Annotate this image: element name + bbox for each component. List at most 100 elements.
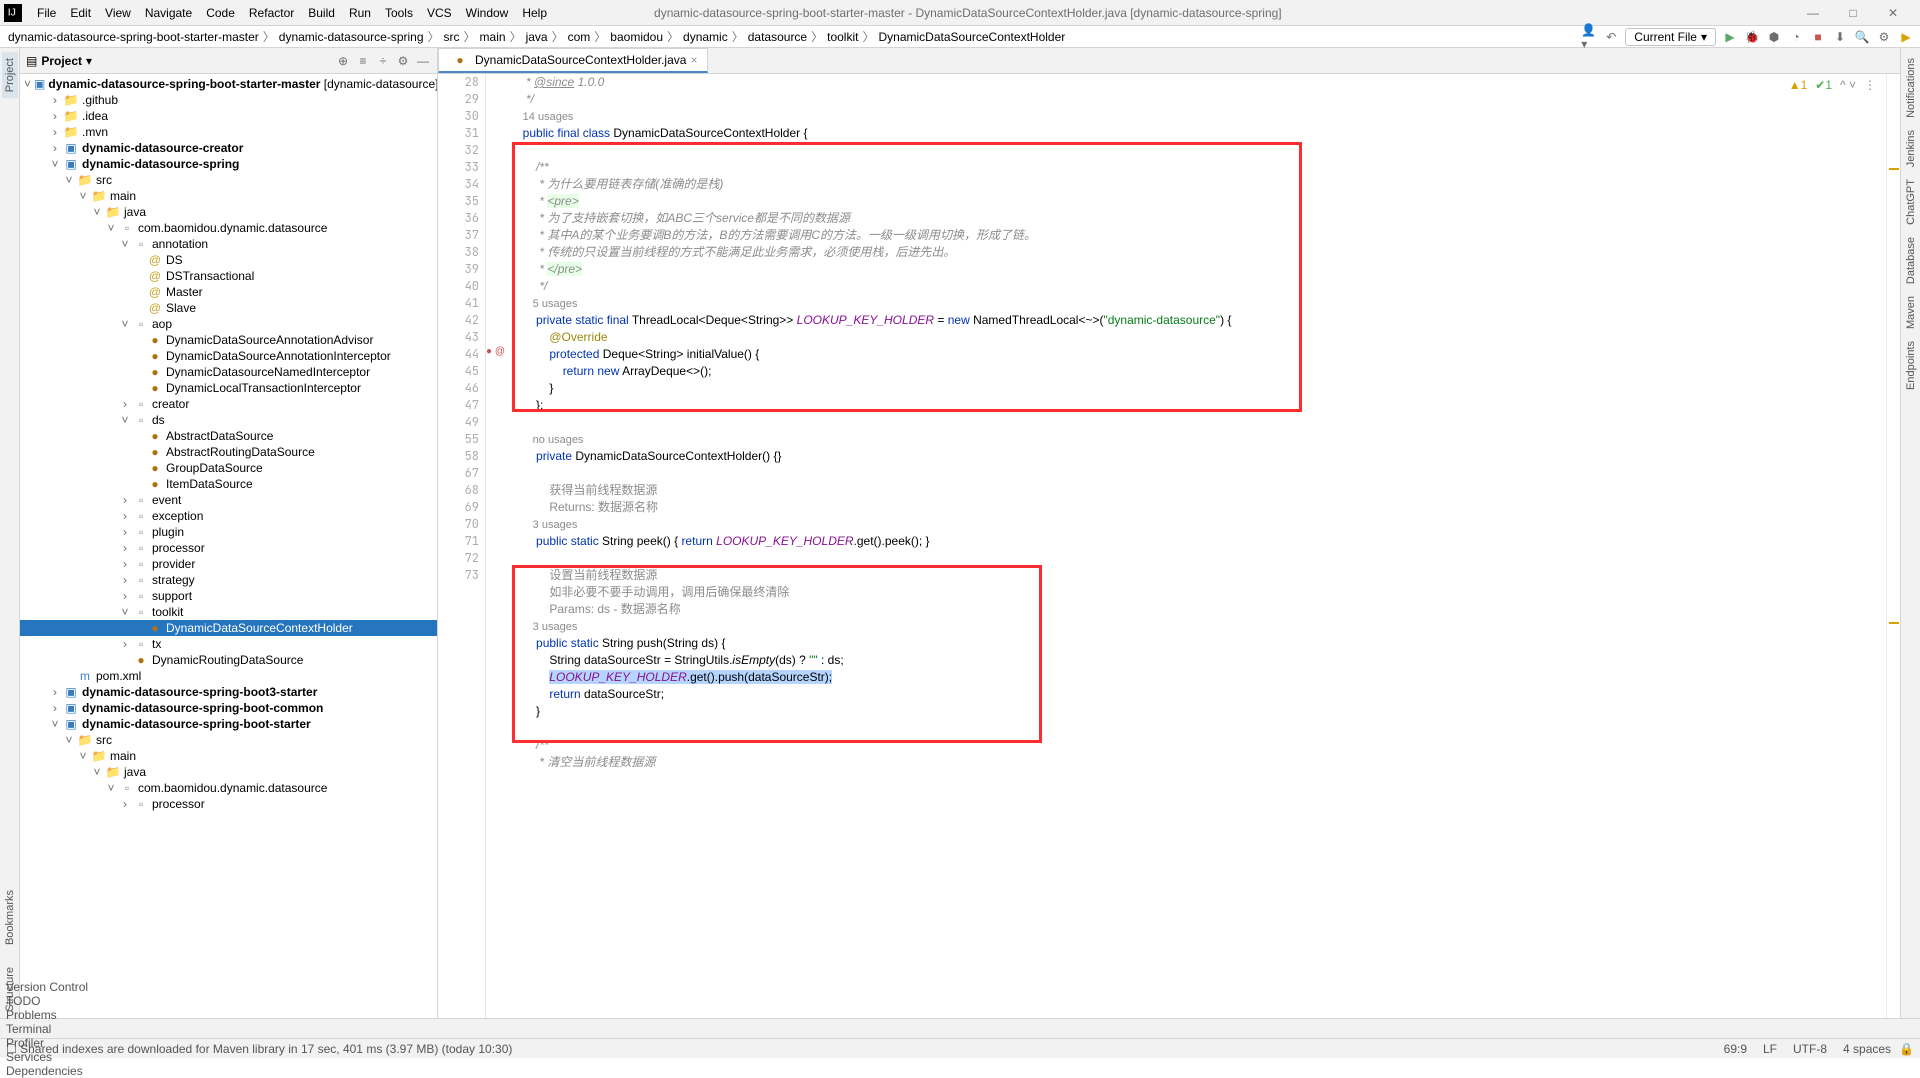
tree-item[interactable]: ˅📁java bbox=[20, 204, 437, 220]
tree-item[interactable]: ›▫exception bbox=[20, 508, 437, 524]
tree-item[interactable]: ●DynamicDataSourceContextHolder bbox=[20, 620, 437, 636]
breadcrumb-item[interactable]: baomidou bbox=[608, 30, 665, 44]
right-tab-database[interactable]: Database bbox=[1903, 231, 1919, 290]
bookmarks-tool-tab[interactable]: Bookmarks bbox=[2, 884, 18, 951]
breadcrumb-item[interactable]: main bbox=[478, 30, 508, 44]
tree-item[interactable]: ˅📁src bbox=[20, 732, 437, 748]
menu-refactor[interactable]: Refactor bbox=[242, 4, 301, 22]
breadcrumb-item[interactable]: DynamicDataSourceContextHolder bbox=[877, 30, 1068, 44]
tree-item[interactable]: ˅📁main bbox=[20, 748, 437, 764]
line-gutter[interactable]: 28 29 30 31 32 33 34 35 36 37 38 39 40 4… bbox=[438, 74, 486, 1018]
bottom-tab-terminal[interactable]: Terminal bbox=[6, 1022, 88, 1036]
tree-item[interactable]: ˅▫com.baomidou.dynamic.datasource bbox=[20, 780, 437, 796]
tree-item[interactable]: @DS bbox=[20, 252, 437, 268]
breadcrumb-item[interactable]: java bbox=[524, 30, 550, 44]
expand-icon[interactable]: ≡ bbox=[355, 53, 371, 69]
breadcrumb-item[interactable]: dynamic-datasource-spring-boot-starter-m… bbox=[6, 30, 261, 44]
status-icon[interactable]: ☐ bbox=[6, 1042, 17, 1056]
search-icon[interactable]: 🔍 bbox=[1854, 29, 1870, 45]
bottom-tab-todo[interactable]: TODO bbox=[6, 994, 88, 1008]
tree-item[interactable]: ›📁.github bbox=[20, 92, 437, 108]
menu-edit[interactable]: Edit bbox=[63, 4, 98, 22]
status-indicator[interactable]: LF bbox=[1763, 1042, 1777, 1056]
breadcrumb-item[interactable]: com bbox=[566, 30, 593, 44]
menu-view[interactable]: View bbox=[98, 4, 138, 22]
collapse-icon[interactable]: ÷ bbox=[375, 53, 391, 69]
menu-window[interactable]: Window bbox=[459, 4, 516, 22]
stop-icon[interactable]: ■ bbox=[1810, 29, 1826, 45]
menu-help[interactable]: Help bbox=[515, 4, 554, 22]
tree-item[interactable]: ●GroupDataSource bbox=[20, 460, 437, 476]
tree-item[interactable]: ˅📁main bbox=[20, 188, 437, 204]
lock-icon[interactable]: 🔒 bbox=[1899, 1042, 1914, 1056]
tree-item[interactable]: ●AbstractDataSource bbox=[20, 428, 437, 444]
tree-item[interactable]: ˅▫com.baomidou.dynamic.datasource bbox=[20, 220, 437, 236]
editor-tab[interactable]: ● DynamicDataSourceContextHolder.java × bbox=[438, 48, 708, 73]
menu-build[interactable]: Build bbox=[301, 4, 342, 22]
breadcrumb-item[interactable]: datasource bbox=[746, 30, 809, 44]
back-icon[interactable]: ↶ bbox=[1603, 29, 1619, 45]
minimize-button[interactable]: — bbox=[1798, 3, 1828, 23]
tree-item[interactable]: @Master bbox=[20, 284, 437, 300]
breadcrumb-item[interactable]: dynamic-datasource-spring bbox=[277, 30, 426, 44]
users-icon[interactable]: 👤▾ bbox=[1581, 29, 1597, 45]
tree-item[interactable]: ˅▣dynamic-datasource-spring bbox=[20, 156, 437, 172]
tree-item[interactable]: ●DynamicDatasourceNamedInterceptor bbox=[20, 364, 437, 380]
run-config-selector[interactable]: Current File▾ bbox=[1625, 28, 1716, 46]
profile-icon[interactable]: ◔ bbox=[1788, 29, 1804, 45]
menu-file[interactable]: File bbox=[30, 4, 63, 22]
code-editor[interactable]: 28 29 30 31 32 33 34 35 36 37 38 39 40 4… bbox=[438, 74, 1900, 1018]
tree-item[interactable]: ›▫plugin bbox=[20, 524, 437, 540]
error-stripe[interactable] bbox=[1886, 74, 1900, 1018]
tree-item[interactable]: ˅▫aop bbox=[20, 316, 437, 332]
tree-item[interactable]: @Slave bbox=[20, 300, 437, 316]
bottom-tab-version-control[interactable]: Version Control bbox=[6, 980, 88, 994]
right-tab-maven[interactable]: Maven bbox=[1903, 290, 1919, 335]
status-indicator[interactable]: 69:9 bbox=[1724, 1042, 1747, 1056]
debug-icon[interactable]: 🐞 bbox=[1744, 29, 1760, 45]
right-tab-chatgpt[interactable]: ChatGPT bbox=[1903, 173, 1919, 231]
status-indicator[interactable]: UTF-8 bbox=[1793, 1042, 1827, 1056]
code-content[interactable]: * @since 1.0.0 */ 14 usages public final… bbox=[508, 74, 1900, 1018]
tree-item[interactable]: ›▫strategy bbox=[20, 572, 437, 588]
settings-gear-icon[interactable]: ⚙ bbox=[395, 53, 411, 69]
tree-item[interactable]: ›▫event bbox=[20, 492, 437, 508]
tree-item[interactable]: ˅▫toolkit bbox=[20, 604, 437, 620]
tree-item[interactable]: ˅▣dynamic-datasource-spring-boot-starter bbox=[20, 716, 437, 732]
hide-icon[interactable]: — bbox=[415, 53, 431, 69]
tree-item[interactable]: ˅▫annotation bbox=[20, 236, 437, 252]
build-icon[interactable]: ⬇ bbox=[1832, 29, 1848, 45]
right-tab-endpoints[interactable]: Endpoints bbox=[1903, 335, 1919, 396]
status-indicator[interactable]: 4 spaces bbox=[1843, 1042, 1891, 1056]
tree-item[interactable]: ●DynamicDataSourceAnnotationInterceptor bbox=[20, 348, 437, 364]
tree-item[interactable]: ›▣dynamic-datasource-spring-boot-common bbox=[20, 700, 437, 716]
tree-item[interactable]: ›▫processor bbox=[20, 796, 437, 812]
icon-gutter[interactable]: ● @ bbox=[486, 74, 508, 1018]
structure-tool-tab[interactable]: Structure bbox=[2, 961, 18, 1018]
inspection-widget[interactable]: ▲1 ✔1 ^ ˅ ⋮ bbox=[1789, 78, 1876, 92]
breadcrumb-item[interactable]: toolkit bbox=[825, 30, 860, 44]
tree-item[interactable]: ˅📁src bbox=[20, 172, 437, 188]
tree-item[interactable]: ˅▫ds bbox=[20, 412, 437, 428]
right-tab-notifications[interactable]: Notifications bbox=[1903, 52, 1919, 124]
close-button[interactable]: ✕ bbox=[1878, 3, 1908, 23]
maximize-button[interactable]: □ bbox=[1838, 3, 1868, 23]
tree-item[interactable]: mpom.xml bbox=[20, 668, 437, 684]
menu-run[interactable]: Run bbox=[342, 4, 378, 22]
gift-icon[interactable]: ▶ bbox=[1898, 29, 1914, 45]
menu-tools[interactable]: Tools bbox=[378, 4, 420, 22]
tree-item[interactable]: ›📁.mvn bbox=[20, 124, 437, 140]
tree-item[interactable]: ●DynamicLocalTransactionInterceptor bbox=[20, 380, 437, 396]
run-icon[interactable]: ▶ bbox=[1722, 29, 1738, 45]
tree-item[interactable]: ●AbstractRoutingDataSource bbox=[20, 444, 437, 460]
select-opened-icon[interactable]: ⊕ bbox=[335, 53, 351, 69]
tree-item[interactable]: ›▫creator bbox=[20, 396, 437, 412]
project-tool-tab[interactable]: Project bbox=[2, 52, 18, 98]
tree-item[interactable]: @DSTransactional bbox=[20, 268, 437, 284]
bottom-tab-dependencies[interactable]: Dependencies bbox=[6, 1064, 88, 1078]
menu-navigate[interactable]: Navigate bbox=[138, 4, 199, 22]
bottom-tab-problems[interactable]: Problems bbox=[6, 1008, 88, 1022]
tree-item[interactable]: ●DynamicRoutingDataSource bbox=[20, 652, 437, 668]
menu-code[interactable]: Code bbox=[199, 4, 242, 22]
close-tab-icon[interactable]: × bbox=[690, 53, 697, 67]
